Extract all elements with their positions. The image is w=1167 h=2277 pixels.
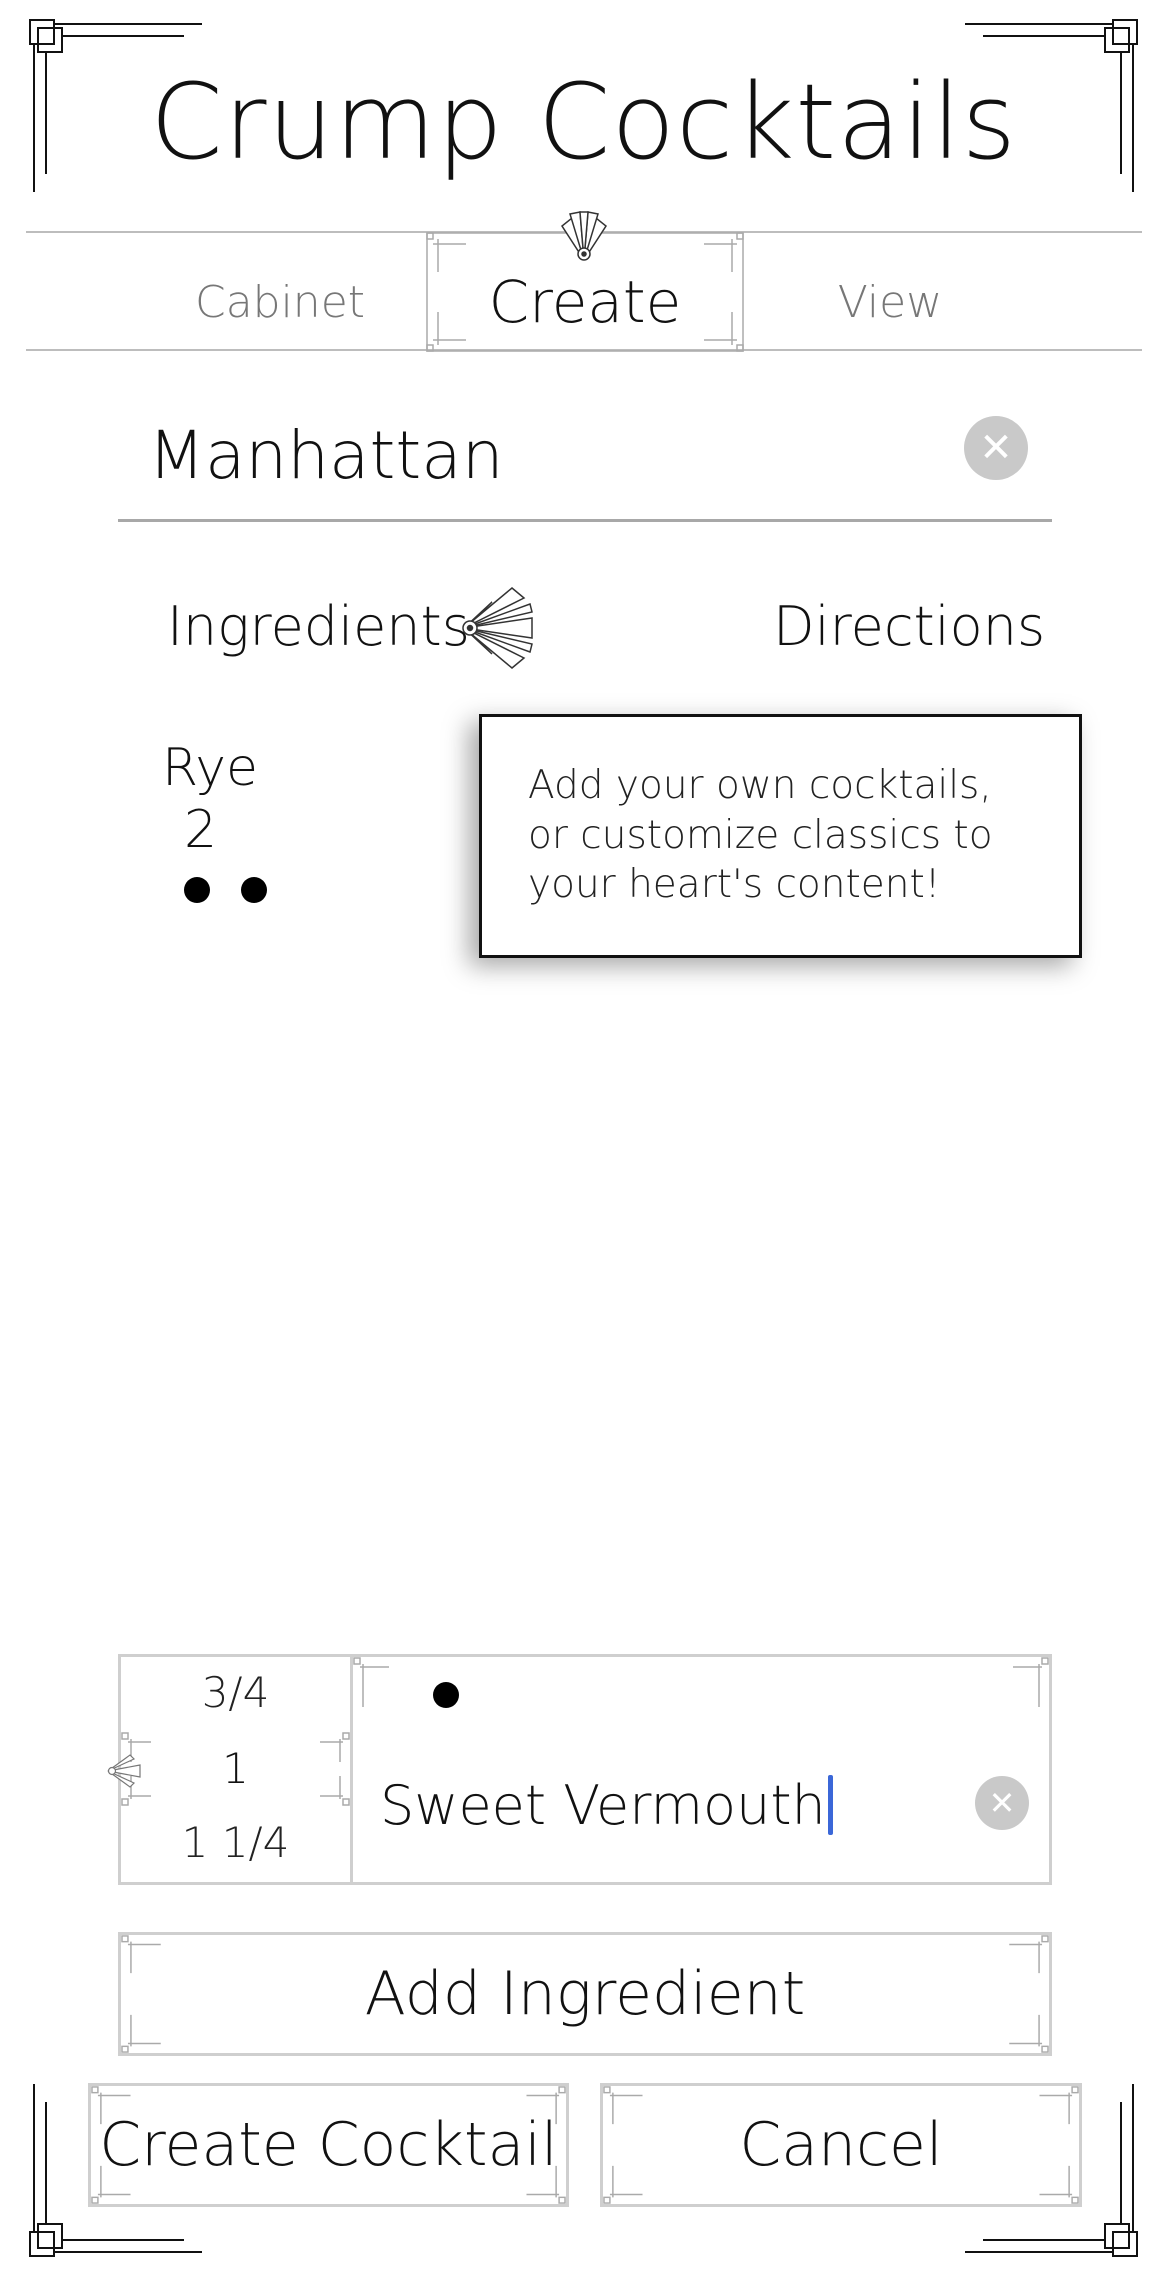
- add-ingredient-button[interactable]: Add Ingredient: [118, 1932, 1052, 2056]
- amount-option[interactable]: 3/4: [121, 1668, 350, 1717]
- create-cocktail-button[interactable]: Create Cocktail: [88, 2083, 569, 2207]
- tooltip: Add your own cocktails, or customize cla…: [479, 714, 1082, 958]
- unit-dot: [241, 877, 267, 903]
- tab-create[interactable]: Create: [426, 262, 744, 342]
- app-title: Crump Cocktails: [150, 61, 1017, 183]
- clear-icon: ✕: [979, 425, 1013, 471]
- tab-cabinet[interactable]: Cabinet: [150, 262, 410, 342]
- art-deco-fan-icon: [452, 582, 536, 674]
- ingredient-input-value: Sweet Vermouth: [380, 1773, 826, 1837]
- clear-ingredient-button[interactable]: ✕: [975, 1776, 1029, 1830]
- tab-view[interactable]: View: [760, 262, 1020, 342]
- create-cocktail-label: Create Cocktail: [99, 2110, 558, 2180]
- ingredient-input[interactable]: Sweet Vermouth: [380, 1770, 833, 1840]
- subtab-directions[interactable]: Directions: [773, 595, 1045, 665]
- ingredient-amount: 2: [184, 800, 218, 860]
- name-underline: [118, 519, 1052, 522]
- unit-dot: [184, 877, 210, 903]
- cocktail-name-input[interactable]: Manhattan: [148, 405, 948, 505]
- text-caret: [827, 1775, 833, 1835]
- ingredient-name: Rye: [162, 738, 259, 798]
- clear-name-button[interactable]: ✕: [964, 416, 1028, 480]
- subtab-ingredients[interactable]: Ingredients: [167, 595, 470, 665]
- clear-icon: ✕: [988, 1784, 1016, 1822]
- unit-dot-selector[interactable]: [433, 1682, 459, 1708]
- cancel-button[interactable]: Cancel: [600, 2083, 1082, 2207]
- amount-option-selected[interactable]: 1: [121, 1744, 350, 1793]
- art-deco-fan-icon: [558, 210, 610, 266]
- add-ingredient-label: Add Ingredient: [364, 1959, 806, 2029]
- cancel-label: Cancel: [739, 2110, 943, 2180]
- amount-option[interactable]: 1 1/4: [121, 1818, 350, 1867]
